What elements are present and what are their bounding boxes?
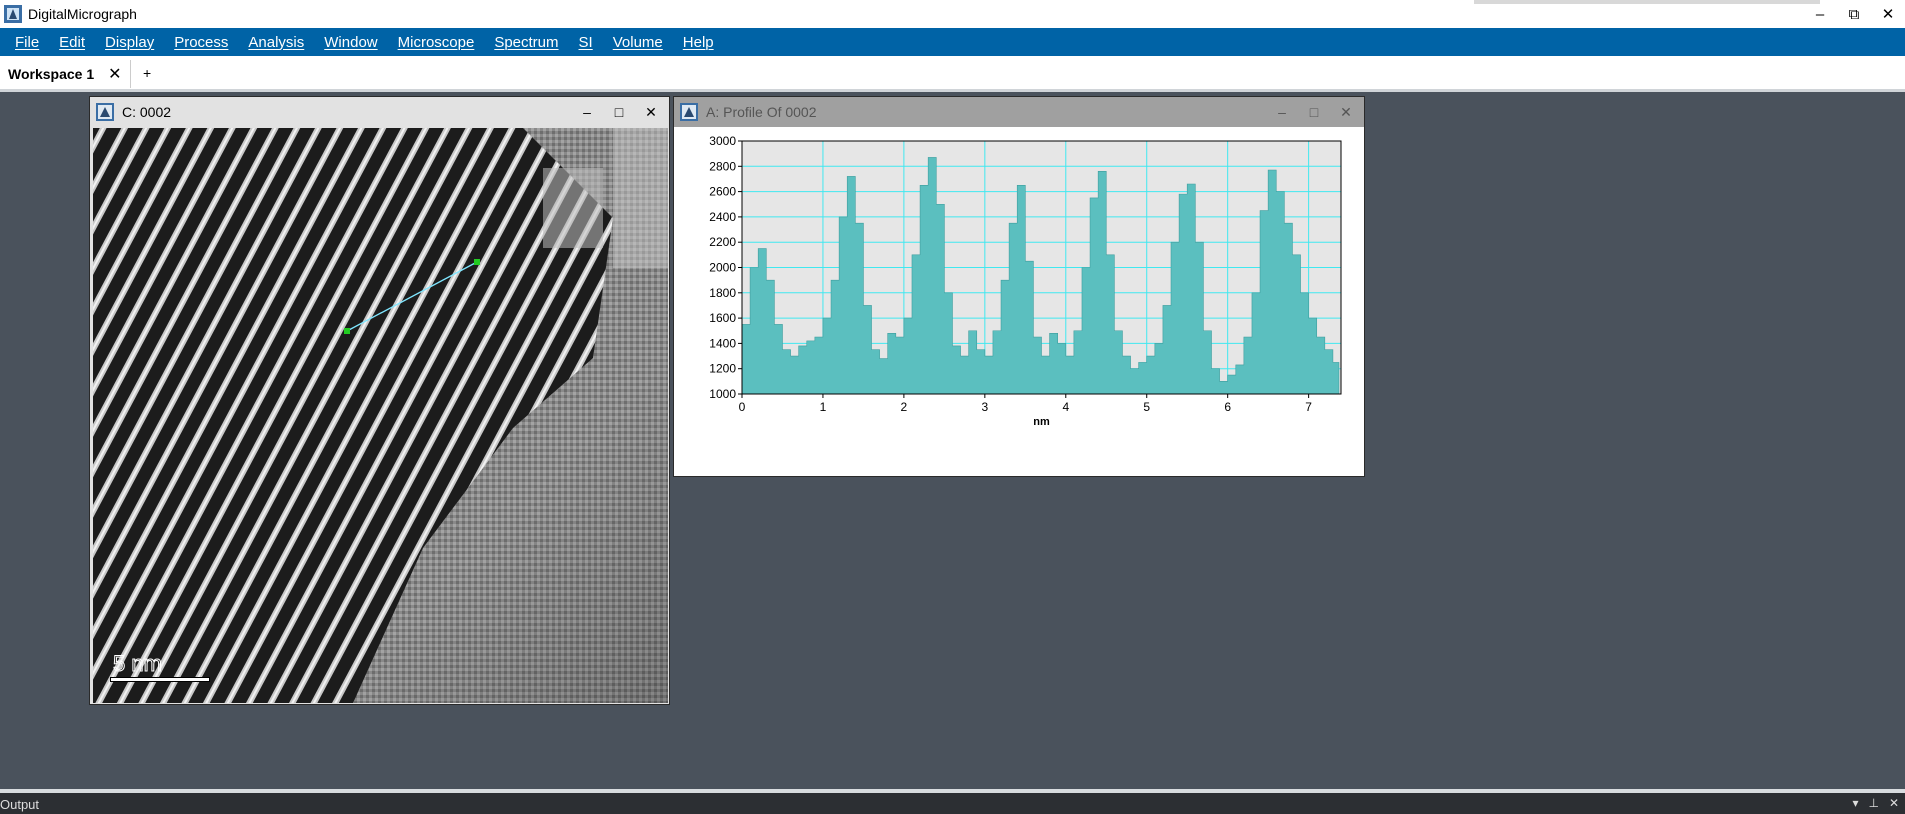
minimize-icon[interactable]: – <box>571 104 603 120</box>
menu-display[interactable]: Display <box>95 34 164 51</box>
y-tick-label: 1600 <box>709 311 736 325</box>
y-tick-label: 2200 <box>709 235 736 249</box>
menu-bar: File Edit Display Process Analysis Windo… <box>0 28 1905 56</box>
minimize-app-button[interactable]: – <box>1803 0 1837 28</box>
y-tick-label: 1200 <box>709 362 736 376</box>
x-tick-label: 4 <box>1062 400 1069 414</box>
menu-spectrum[interactable]: Spectrum <box>484 34 568 51</box>
y-tick-label: 1800 <box>709 286 736 300</box>
menu-volume[interactable]: Volume <box>603 34 673 51</box>
line-plot-document-icon <box>680 103 698 121</box>
x-axis-label: nm <box>1033 416 1050 428</box>
menu-help[interactable]: Help <box>673 34 724 51</box>
menu-edit[interactable]: Edit <box>49 34 95 51</box>
y-tick-label: 2000 <box>709 261 736 275</box>
tab-workspace-1[interactable]: Workspace 1 ✕ <box>0 60 131 88</box>
restore-app-button[interactable]: ⧉ <box>1837 0 1871 28</box>
x-tick-label: 3 <box>981 400 988 414</box>
output-panel-label: Output <box>0 797 40 812</box>
collapsed-panel <box>1474 0 1820 4</box>
menu-si[interactable]: SI <box>569 34 603 51</box>
panel-menu-icon[interactable]: ▾ <box>1852 796 1858 810</box>
workspace-tab-bar: Workspace 1 ✕ + <box>0 56 1905 92</box>
image-window[interactable]: C: 0002 – □ ✕ 5 nm <box>89 96 670 705</box>
x-tick-label: 7 <box>1305 400 1312 414</box>
y-tick-label: 2400 <box>709 210 736 224</box>
output-panel-header: Output ▾ ⊥ ✕ <box>0 793 1905 814</box>
menu-process[interactable]: Process <box>164 34 238 51</box>
app-titlebar: DigitalMicrograph – ⧉ ✕ <box>0 0 1905 28</box>
menu-microscope[interactable]: Microscope <box>388 34 485 51</box>
close-icon[interactable]: ✕ <box>1330 104 1362 121</box>
maximize-icon[interactable]: □ <box>603 104 635 120</box>
image-window-titlebar[interactable]: C: 0002 – □ ✕ <box>90 97 669 127</box>
menu-window[interactable]: Window <box>314 34 387 51</box>
y-tick-label: 3000 <box>709 134 736 148</box>
profile-plot[interactable]: 1000 1200 1400 1600 1800 2000 2200 2400 2600 2800… <box>675 128 1363 475</box>
close-icon[interactable]: ✕ <box>1889 796 1899 810</box>
x-tick-label: 6 <box>1224 400 1231 414</box>
x-tick-label: 0 <box>739 400 746 414</box>
menu-file[interactable]: File <box>5 34 49 51</box>
app-title: DigitalMicrograph <box>28 6 137 22</box>
x-tick-label: 2 <box>901 400 908 414</box>
line-start-handle[interactable] <box>344 328 350 334</box>
app-icon <box>4 5 22 23</box>
close-tab-icon[interactable]: ✕ <box>108 64 121 84</box>
image-document-icon <box>96 103 114 121</box>
image-window-title: C: 0002 <box>122 104 172 120</box>
line-end-handle[interactable] <box>474 259 480 265</box>
y-tick-label: 2800 <box>709 159 736 173</box>
profile-window[interactable]: A: Profile Of 0002 – □ ✕ 1000 1200 1400 160… <box>673 96 1365 477</box>
add-workspace-button[interactable]: + <box>143 65 151 81</box>
maximize-icon[interactable]: □ <box>1298 104 1330 120</box>
profile-window-titlebar[interactable]: A: Profile Of 0002 – □ ✕ <box>674 97 1364 127</box>
close-app-button[interactable]: ✕ <box>1871 0 1905 28</box>
y-tick-label: 1400 <box>709 336 736 350</box>
x-tick-label: 5 <box>1143 400 1150 414</box>
scale-bar-label: 5 nm <box>113 651 162 676</box>
tem-image[interactable]: 5 nm <box>93 128 668 703</box>
y-tick-label: 1000 <box>709 387 736 401</box>
minimize-icon[interactable]: – <box>1266 104 1298 120</box>
close-icon[interactable]: ✕ <box>635 104 667 121</box>
y-tick-label: 2600 <box>709 185 736 199</box>
menu-analysis[interactable]: Analysis <box>238 34 314 51</box>
profile-window-title: A: Profile Of 0002 <box>706 104 817 120</box>
x-tick-label: 1 <box>820 400 827 414</box>
tab-label: Workspace 1 <box>8 66 95 82</box>
pin-icon[interactable]: ⊥ <box>1868 796 1878 810</box>
